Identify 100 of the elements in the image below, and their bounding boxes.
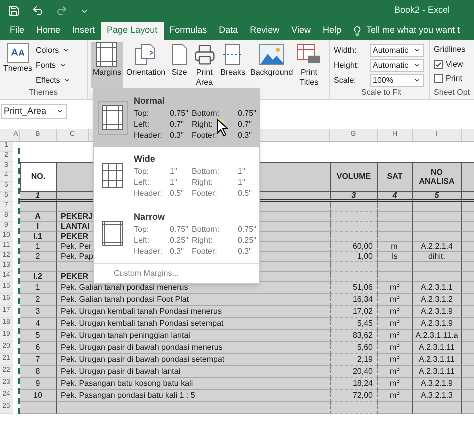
theme-option[interactable]: Colors	[36, 44, 72, 57]
table-cell: 2	[20, 294, 57, 306]
table-cell: Pek. Galian tanah pondasi menerus	[57, 282, 330, 294]
table-cell	[462, 330, 474, 342]
table-cell: 5	[20, 330, 57, 342]
margin-label: Top:	[134, 108, 150, 120]
ribbon-tab[interactable]: File	[4, 22, 31, 40]
theme-option[interactable]: Fonts	[36, 59, 72, 72]
theme-option[interactable]: Effects	[36, 74, 72, 87]
group-label: Scale to Fit	[360, 87, 402, 99]
table-cell: A	[20, 212, 57, 222]
table-cell: Pek. Urugan pasir di bawah pondasi menerus	[57, 342, 330, 354]
undo-icon[interactable]	[32, 5, 44, 17]
page-setup-button[interactable]: Size	[168, 42, 191, 88]
page-setup-button[interactable]: Margins	[91, 42, 124, 88]
table-cell	[378, 212, 413, 222]
header-cell: NO.	[20, 162, 57, 192]
table-cell: A.2.3.1.11.a	[413, 330, 462, 342]
table-cell: 6	[20, 342, 57, 354]
checkbox[interactable]	[434, 74, 443, 83]
table-cell: m$^{3}$	[378, 318, 413, 330]
table-cell	[378, 232, 413, 242]
table-cell: m$^{3}$	[378, 306, 413, 318]
table-cell	[378, 202, 413, 212]
table-cell	[462, 402, 474, 414]
scale-field[interactable]: Automatic	[370, 44, 424, 57]
table-cell: A.2.3.1.9	[413, 318, 462, 330]
save-icon[interactable]	[8, 5, 20, 17]
table-cell: 4	[378, 192, 413, 202]
table-cell: 60,00	[330, 242, 378, 252]
themes-button[interactable]: Themes	[3, 43, 33, 87]
table-cell: 9	[20, 378, 57, 390]
scale-field[interactable]: Automatic	[370, 59, 424, 72]
cursor-icon	[217, 119, 231, 137]
margin-label: Bottom:	[192, 108, 220, 120]
ribbon-tab[interactable]: Help	[317, 22, 348, 40]
scale-field[interactable]: 100%	[370, 74, 424, 87]
ribbon-tab[interactable]: Home	[30, 22, 67, 40]
margin-option[interactable]: Wide Top: 1" Bottom: 1" Left: 1" Right: 1" Header: 0.5" Footer: 0.5"	[94, 147, 259, 205]
table-cell	[462, 252, 474, 262]
table-cell	[462, 272, 474, 282]
tell-me-field[interactable]: Tell me what you want t	[366, 24, 460, 38]
table-cell: 2	[20, 252, 57, 262]
pages-icon	[134, 43, 158, 67]
caret-icon	[414, 62, 421, 69]
page-setup-button[interactable]: Print Titles	[296, 42, 322, 88]
margin-value: 0.75"	[170, 108, 188, 120]
table-cell: 3	[20, 306, 57, 318]
caret-icon	[63, 47, 70, 54]
table-cell: 83,62	[330, 330, 378, 342]
table-cell: m$^{'}$	[378, 242, 413, 252]
table-cell	[462, 242, 474, 252]
ribbon-tab[interactable]: Page Layout	[101, 22, 164, 40]
page-setup-button[interactable]: Background	[248, 42, 296, 88]
table-cell	[462, 294, 474, 306]
checkbox[interactable]	[434, 60, 443, 69]
margin-value: 0.7"	[170, 119, 185, 130]
ribbon-tab[interactable]: View	[286, 22, 317, 40]
name-box[interactable]: Print_Area	[1, 104, 67, 119]
margin-option[interactable]: Narrow Top: 0.75" Bottom: 0.75" Left: 0.25" Right: 0.25" Header: 0.3" Footer: 0.3"	[94, 205, 259, 263]
themes-icon	[7, 43, 29, 63]
table-cell: A.2.3.1.11	[413, 366, 462, 378]
table-cell	[462, 212, 474, 222]
margin-label: Footer:	[192, 130, 218, 142]
table-cell: A.3.2.1.9	[413, 378, 462, 390]
table-cell: 5,45	[330, 318, 378, 330]
window-title: Book2 - Excel	[394, 4, 450, 18]
table-cell: ls	[378, 252, 413, 262]
scale-label: Height:	[334, 60, 360, 72]
table-cell	[462, 282, 474, 294]
table-cell	[413, 232, 462, 242]
page-setup-button[interactable]: Orientation	[124, 42, 168, 88]
table-cell	[462, 262, 474, 272]
margin-value: 0.75"	[238, 108, 256, 120]
margin-value: 0.7"	[238, 119, 253, 130]
table-cell	[20, 202, 57, 212]
ribbon-tab[interactable]: Insert	[66, 22, 102, 40]
table-cell: m$^{3}$	[378, 378, 413, 390]
ribbon-tab[interactable]: Review	[244, 22, 286, 40]
page-margins-icon	[102, 163, 124, 189]
table-cell	[462, 192, 474, 202]
table-cell: I.1	[20, 232, 57, 242]
table-cell: 72,00	[330, 390, 378, 402]
margin-option[interactable]: Normal Top: 0.75" Bottom: 0.75" Left: 0.7" Right: 0.7" Header: 0.3" Footer: 0.3"	[94, 89, 259, 147]
ribbon-tab[interactable]: Formulas	[164, 22, 214, 40]
margin-label: Left:	[134, 119, 150, 130]
table-cell: 18,24	[330, 378, 378, 390]
table-cell: A.2.3.1.11	[413, 354, 462, 366]
page-setup-button[interactable]: Breaks	[218, 42, 248, 88]
table-cell	[462, 390, 474, 402]
margin-label: Footer:	[192, 188, 218, 200]
caret-icon	[60, 62, 68, 69]
table-cell: m$^{3}$	[378, 390, 413, 402]
table-cell	[378, 222, 413, 232]
table-cell	[462, 366, 474, 378]
checkbox-label: View	[446, 58, 464, 70]
ribbon-tab[interactable]: Data	[213, 22, 244, 40]
table-cell: A.2.3.1.11	[413, 342, 462, 354]
page-setup-button[interactable]: Print Area	[192, 42, 218, 88]
caret-icon	[414, 77, 421, 84]
